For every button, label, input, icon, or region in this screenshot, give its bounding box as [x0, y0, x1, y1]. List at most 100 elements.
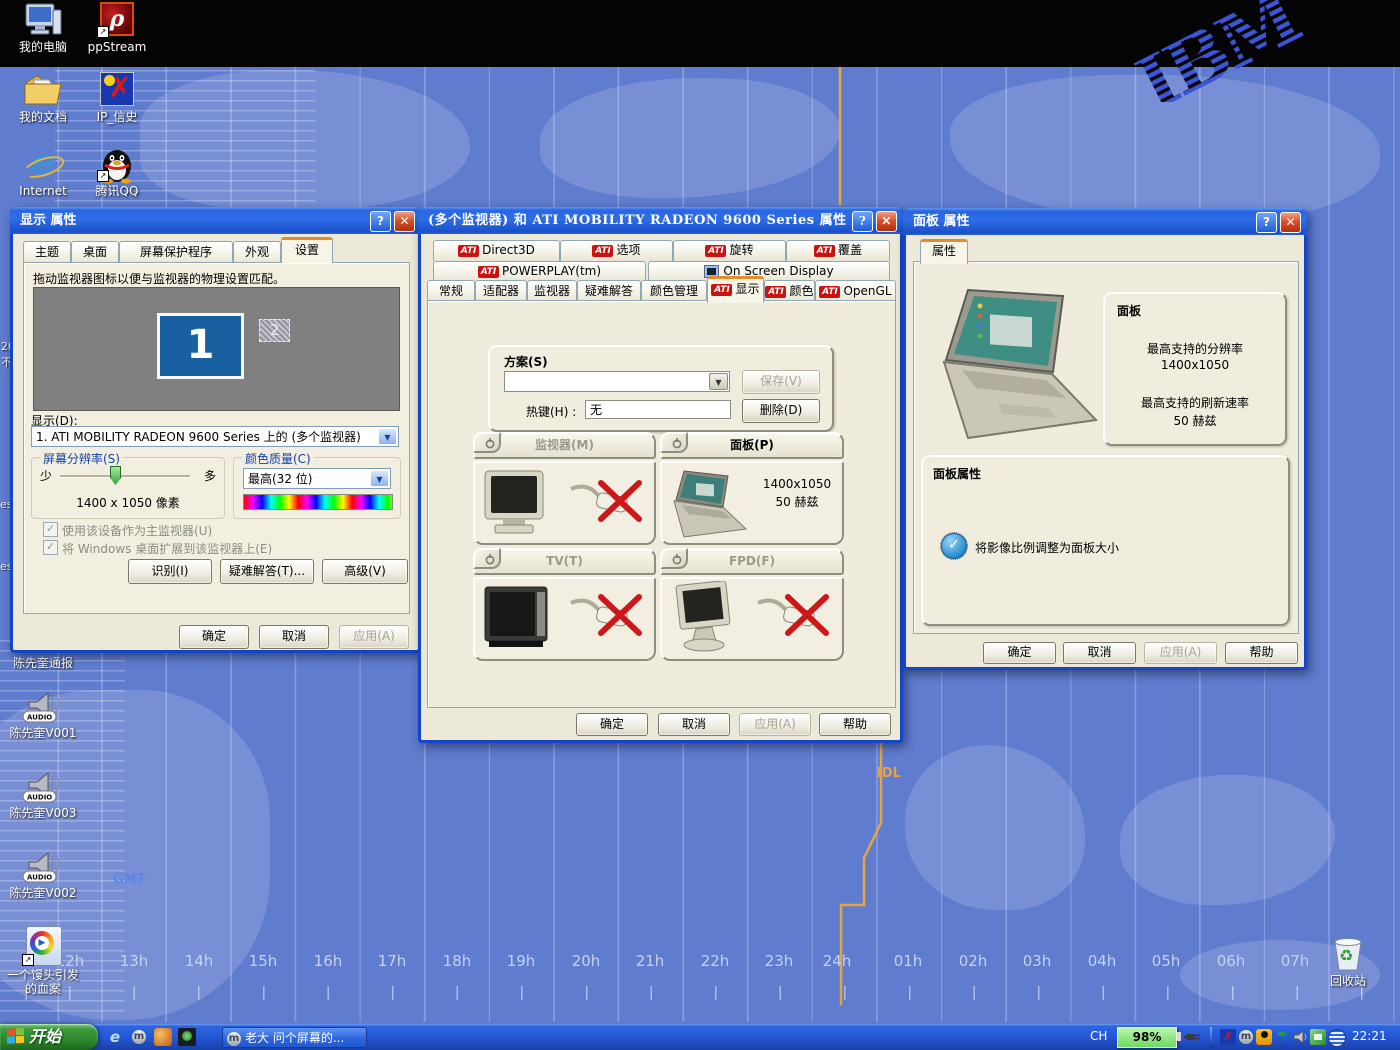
scheme-combobox[interactable]: ▼ [504, 371, 730, 392]
quicklaunch-game-icon[interactable] [154, 1028, 172, 1046]
desktop-icon-audio-report[interactable]: 陈先奎通报 [0, 656, 86, 670]
chevron-down-icon[interactable]: ▼ [709, 373, 728, 390]
tray-volume-icon[interactable] [1292, 1029, 1308, 1045]
power-icon[interactable] [473, 432, 501, 453]
color-quality-combobox[interactable]: 最高(32 位) ▼ [243, 468, 391, 489]
tray-antivirus-icon[interactable] [1328, 1029, 1346, 1047]
tray-qq-icon[interactable] [1256, 1029, 1272, 1045]
apply-button[interactable]: 应用(A) [339, 625, 409, 649]
primary-monitor-checkbox[interactable]: ✓ [43, 522, 58, 537]
help-button[interactable]: ? [370, 211, 391, 232]
taskbar-clock[interactable]: 22:21 [1352, 1029, 1387, 1043]
tab-powerplay[interactable]: ATIPOWERPLAY(tm) [433, 261, 646, 281]
panel-toggle-button[interactable]: 面板(P) [660, 432, 844, 459]
tv-toggle-button[interactable]: TV(T) [473, 548, 656, 575]
close-button[interactable]: ✕ [1280, 212, 1301, 233]
power-icon[interactable] [660, 432, 688, 453]
delete-button[interactable]: 删除(D) [742, 399, 820, 423]
desktop-icon-my-documents[interactable]: 我的文档 [6, 72, 80, 124]
desktop-icon-qq[interactable]: ↗ 腾讯QQ [80, 146, 154, 198]
language-indicator[interactable]: CH [1090, 1029, 1107, 1043]
save-button[interactable]: 保存(V) [742, 370, 820, 394]
tab-ati-color[interactable]: ATI颜色 [764, 280, 815, 302]
resolution-slider-thumb[interactable] [110, 466, 121, 485]
monitor-2[interactable]: 2 [259, 319, 290, 342]
help-button[interactable]: 帮助 [819, 713, 891, 736]
resolution-slider-track[interactable] [60, 475, 190, 477]
tab-opengl[interactable]: ATIOpenGL [815, 280, 896, 302]
tab-settings[interactable]: 设置 [281, 237, 333, 263]
tab-rotate[interactable]: ATI旋转 [673, 240, 786, 261]
taskbar-window-button[interactable]: m老大 问个屏幕的... [222, 1027, 367, 1048]
tab-desktop[interactable]: 桌面 [71, 241, 119, 263]
chevron-down-icon[interactable]: ▼ [378, 428, 397, 445]
tab-ati-display[interactable]: ATI显示 [707, 276, 764, 303]
tab-overlay[interactable]: ATI覆盖 [786, 240, 890, 261]
close-button[interactable]: ✕ [876, 211, 897, 232]
fpd-toggle-button[interactable]: FPD(F) [660, 548, 844, 575]
tab-adapter[interactable]: 适配器 [475, 280, 527, 302]
monitor-toggle-button[interactable]: 监视器(M) [473, 432, 656, 459]
tray-umbrella-icon[interactable]: ☂ [1274, 1029, 1290, 1045]
ok-button[interactable]: 确定 [179, 625, 249, 649]
apply-button[interactable]: 应用(A) [1144, 642, 1217, 664]
cancel-button[interactable]: 取消 [259, 625, 329, 649]
panel-dialog-titlebar[interactable]: 面板 属性 ? ✕ [903, 208, 1307, 235]
tab-appearance[interactable]: 外观 [233, 241, 281, 263]
tab-screensaver[interactable]: 屏幕保护程序 [119, 241, 233, 263]
tab-troubleshoot[interactable]: 疑难解答 [577, 280, 641, 302]
quicklaunch-ie-icon[interactable]: e [106, 1028, 124, 1046]
tv-panel-body [473, 577, 656, 661]
tray-media-icon[interactable]: m [1238, 1029, 1254, 1045]
tab-options[interactable]: ATI选项 [560, 240, 673, 261]
identify-button[interactable]: 识别(I) [128, 559, 212, 584]
desktop-icon-internet[interactable]: e Internet [6, 146, 80, 198]
tab-color-management[interactable]: 颜色管理 [641, 280, 707, 302]
tray-ip-history-icon[interactable]: ✗ [1220, 1029, 1236, 1045]
help-button[interactable]: 帮助 [1225, 642, 1298, 664]
hotkey-field[interactable]: 无 [585, 400, 731, 419]
desktop-icon-audio-v001[interactable]: AUDIO 陈先奎V001 [0, 690, 86, 740]
ip-history-icon: ✗ [97, 72, 137, 108]
ati-dialog-titlebar[interactable]: (多个监视器) 和 ATI MOBILITY RADEON 9600 Serie… [418, 207, 903, 234]
idl-label: IDL [877, 766, 901, 781]
tab-theme[interactable]: 主题 [23, 241, 71, 263]
troubleshoot-button[interactable]: 疑难解答(T)... [220, 559, 314, 584]
ac-plug-icon[interactable] [1184, 1030, 1202, 1044]
desktop-icon-my-computer[interactable]: 我的电脑 [6, 2, 80, 54]
quicklaunch-media-icon[interactable]: m [130, 1028, 148, 1046]
tab-general[interactable]: 常规 [427, 280, 475, 302]
apply-button[interactable]: 应用(A) [739, 713, 811, 736]
chevron-down-icon[interactable]: ▼ [370, 470, 389, 487]
battery-indicator[interactable]: 98% [1117, 1027, 1177, 1048]
desktop-icon-ip-history[interactable]: ✗ IP_信史 [80, 72, 154, 124]
extend-desktop-checkbox[interactable]: ✓ [43, 540, 58, 555]
scale-image-checkbox[interactable]: ✓ [941, 533, 967, 559]
desktop-icon-recycle-bin[interactable]: ♻ 回收站 [1316, 934, 1380, 988]
tab-properties[interactable]: 属性 [920, 239, 968, 264]
quicklaunch-browser-icon[interactable] [178, 1028, 196, 1046]
help-button[interactable]: ? [1256, 212, 1277, 233]
help-button[interactable]: ? [852, 211, 873, 232]
tray-backup-icon[interactable] [1310, 1029, 1326, 1045]
ok-button[interactable]: 确定 [983, 642, 1056, 664]
display-device-combobox[interactable]: 1. ATI MOBILITY RADEON 9600 Series 上的 (多… [31, 426, 399, 447]
tab-direct3d[interactable]: ATIDirect3D [433, 240, 560, 261]
power-icon[interactable] [473, 548, 501, 569]
start-button[interactable]: 开始 [0, 1024, 98, 1050]
display-dialog-titlebar[interactable]: 显示 属性 ? ✕ [10, 207, 421, 234]
tab-monitor[interactable]: 监视器 [527, 280, 577, 302]
advanced-button[interactable]: 高级(V) [322, 559, 408, 584]
cancel-button[interactable]: 取消 [1063, 642, 1136, 664]
desktop-icon-audio-v002[interactable]: AUDIO 陈先奎V002 [0, 850, 86, 900]
ok-button[interactable]: 确定 [576, 713, 648, 736]
close-button[interactable]: ✕ [394, 211, 415, 232]
power-icon[interactable] [660, 548, 688, 569]
desktop-icon-movie[interactable]: ▶ ↗ 一个馒头引发 的血案 [0, 926, 86, 996]
scale-image-label[interactable]: 将影像比例调整为面板大小 [975, 539, 1119, 556]
tab-on-screen-display[interactable]: On Screen Display [648, 261, 890, 281]
desktop-icon-ppstream[interactable]: ρ ↗ ppStream [80, 2, 154, 54]
monitor-1[interactable]: 1 [157, 313, 244, 379]
desktop-icon-audio-v003[interactable]: AUDIO 陈先奎V003 [0, 770, 86, 820]
cancel-button[interactable]: 取消 [658, 713, 730, 736]
